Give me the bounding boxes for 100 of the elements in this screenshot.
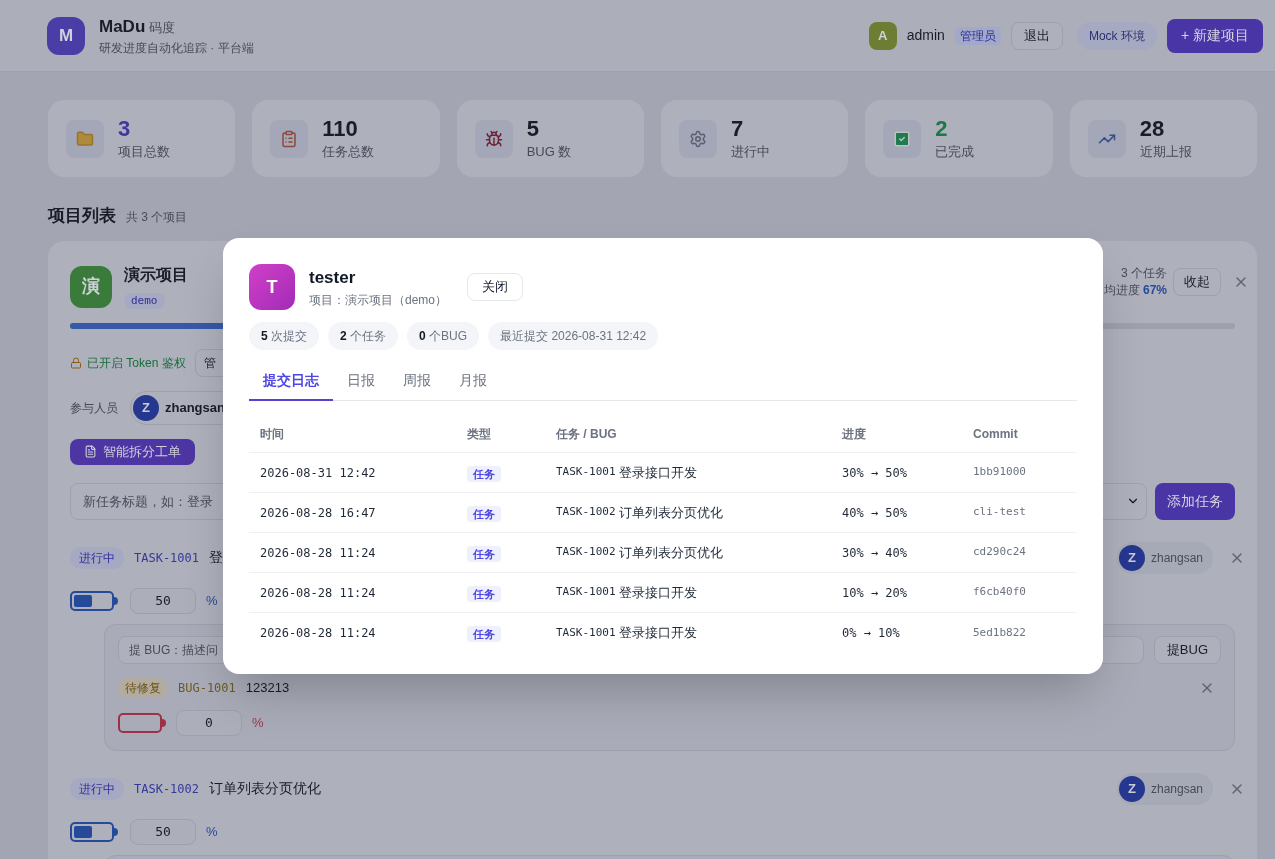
stat-label: 近期上报 [1139, 142, 1192, 161]
members-label: 参与人员 [70, 399, 118, 417]
commit-cell-text: cli-test [973, 504, 1027, 521]
new-project-button[interactable]: + 新建项目 [1166, 18, 1263, 53]
summary-pill: 最近提交 2026-08-31 12:42 [488, 322, 659, 350]
column-header: 任务 / BUG [556, 425, 618, 443]
gear-icon [689, 129, 707, 148]
progress-cell-text: 30% → 40% [842, 544, 909, 562]
status-badge: 进行中 [70, 546, 124, 569]
checkbox-icon [893, 129, 912, 148]
member-chip[interactable]: Z zhangsan [1116, 541, 1213, 574]
column-header: 进度 [842, 425, 867, 443]
stat-value: 2 [935, 115, 949, 142]
type-badge: 任务 [467, 465, 501, 482]
tab[interactable]: 日报 [333, 370, 389, 401]
type-badge: 任务 [467, 626, 501, 642]
type-badge: 任务 [467, 545, 501, 562]
task-id: TASK-1002 [556, 504, 616, 521]
user-name: admin [906, 26, 945, 45]
collapse-button[interactable]: 收起 [1173, 267, 1221, 296]
average-progress-label: 均进度 [1103, 281, 1140, 299]
task-title: 登录接口开发 [618, 463, 697, 482]
column-header: 类型 [467, 425, 492, 443]
task-id: TASK-1001 [556, 464, 616, 481]
task-id: TASK-1002 [134, 780, 200, 798]
progress-cell-text: 10% → 20% [842, 584, 909, 602]
tab[interactable]: 提交日志 [249, 370, 333, 401]
stat-label: 项目总数 [118, 142, 170, 161]
task-title: 订单列表分页优化 [618, 543, 723, 562]
bug-title: 123213 [245, 678, 290, 697]
bug-id: BUG-1001 [178, 679, 236, 697]
member-name: zhangsan [1150, 549, 1203, 567]
stat-label: 任务总数 [322, 142, 375, 161]
tab[interactable]: 月报 [445, 370, 501, 401]
project-icon: 演 [70, 265, 112, 308]
user-name: tester [309, 267, 357, 290]
project-info: 项目：演示项目（demo） [309, 291, 448, 309]
progress-input[interactable]: 0 [176, 709, 242, 736]
section-title: 项目列表 [48, 205, 116, 227]
time-cell-text: 2026-08-28 16:47 [260, 504, 377, 522]
column-header: Commit [973, 425, 1019, 443]
logout-button[interactable]: 退出 [1010, 21, 1063, 50]
member-chip[interactable]: Z zhangsan [1116, 772, 1213, 805]
task-id: TASK-1001 [556, 624, 616, 641]
commit-cell-text: 1bb91000 [973, 464, 1027, 481]
stat-value: 110 [322, 115, 359, 142]
commit-cell-text: 5ed1b822 [973, 624, 1027, 641]
stat-label: 已完成 [935, 142, 975, 161]
bug-icon [484, 129, 503, 148]
add-task-button[interactable]: 添加任务 [1155, 482, 1235, 520]
task-title: 登录接口开发 [618, 583, 697, 602]
task-count: 3 个任务 [1120, 264, 1167, 282]
status-badge: 进行中 [70, 777, 124, 800]
subtitle: 研发进度自动化追踪 · 平台端 [99, 40, 254, 58]
progress-input[interactable]: 50 [130, 818, 196, 845]
stat-label: 进行中 [731, 142, 770, 161]
member-avatar: Z [1118, 775, 1145, 802]
column-header: 时间 [260, 425, 285, 443]
percent-unit: % [206, 591, 218, 610]
battery-meter [118, 712, 166, 733]
task-id: TASK-1001 [134, 549, 200, 567]
time-cell-text: 2026-08-28 11:24 [260, 625, 377, 642]
member-name: zhangsan [1150, 780, 1203, 798]
document-icon [84, 445, 97, 458]
brand-subname: 码度 [149, 18, 176, 37]
project-name: 演示项目 [124, 264, 188, 285]
percent-unit: % [206, 822, 218, 841]
member-name: zhangsan [165, 398, 225, 417]
task-title: 订单列表分页优化 [209, 779, 322, 798]
stat-value: 3 [118, 115, 132, 142]
percent-unit: % [252, 713, 264, 732]
member-avatar: Z [1118, 544, 1145, 571]
time-cell-text: 2026-08-28 11:24 [260, 544, 377, 562]
time-cell-text: 2026-08-28 11:24 [260, 584, 377, 602]
stat-value: 7 [731, 115, 745, 142]
report-bug-button[interactable]: 提BUG [1153, 635, 1221, 664]
stat-value: 28 [1139, 115, 1166, 142]
progress-cell-text: 40% → 50% [842, 504, 909, 522]
close-button[interactable]: 关闭 [467, 273, 524, 301]
split-tasks-button[interactable]: 智能拆分工单 [70, 438, 195, 465]
environment-badge: Mock 环境 [1076, 21, 1157, 50]
clipboard-icon [280, 129, 299, 148]
progress-input[interactable]: 50 [130, 587, 196, 614]
auth-status: 已开启 Token 鉴权 [87, 354, 186, 372]
user-avatar: A [868, 21, 897, 50]
section-count: 共 3 个项目 [126, 209, 188, 226]
logo: M [47, 16, 85, 55]
progress-cell-text: 30% → 50% [842, 464, 909, 482]
role-badge: 管理员 [954, 26, 1001, 45]
commit-cell-text: cd290c24 [973, 544, 1027, 561]
task-id: TASK-1002 [556, 544, 616, 561]
type-badge: 任务 [467, 585, 501, 602]
commit-cell-text: f6cb40f0 [973, 584, 1027, 601]
folder-icon [76, 129, 94, 148]
project-key: demo [124, 292, 165, 309]
progress-cell-text: 0% → 10% [842, 625, 901, 642]
task-title: 订单列表分页优化 [618, 503, 723, 522]
stat-label: BUG 数 [526, 142, 572, 161]
summary-pill: 2 个任务 [328, 322, 399, 350]
tab[interactable]: 周报 [389, 370, 445, 401]
